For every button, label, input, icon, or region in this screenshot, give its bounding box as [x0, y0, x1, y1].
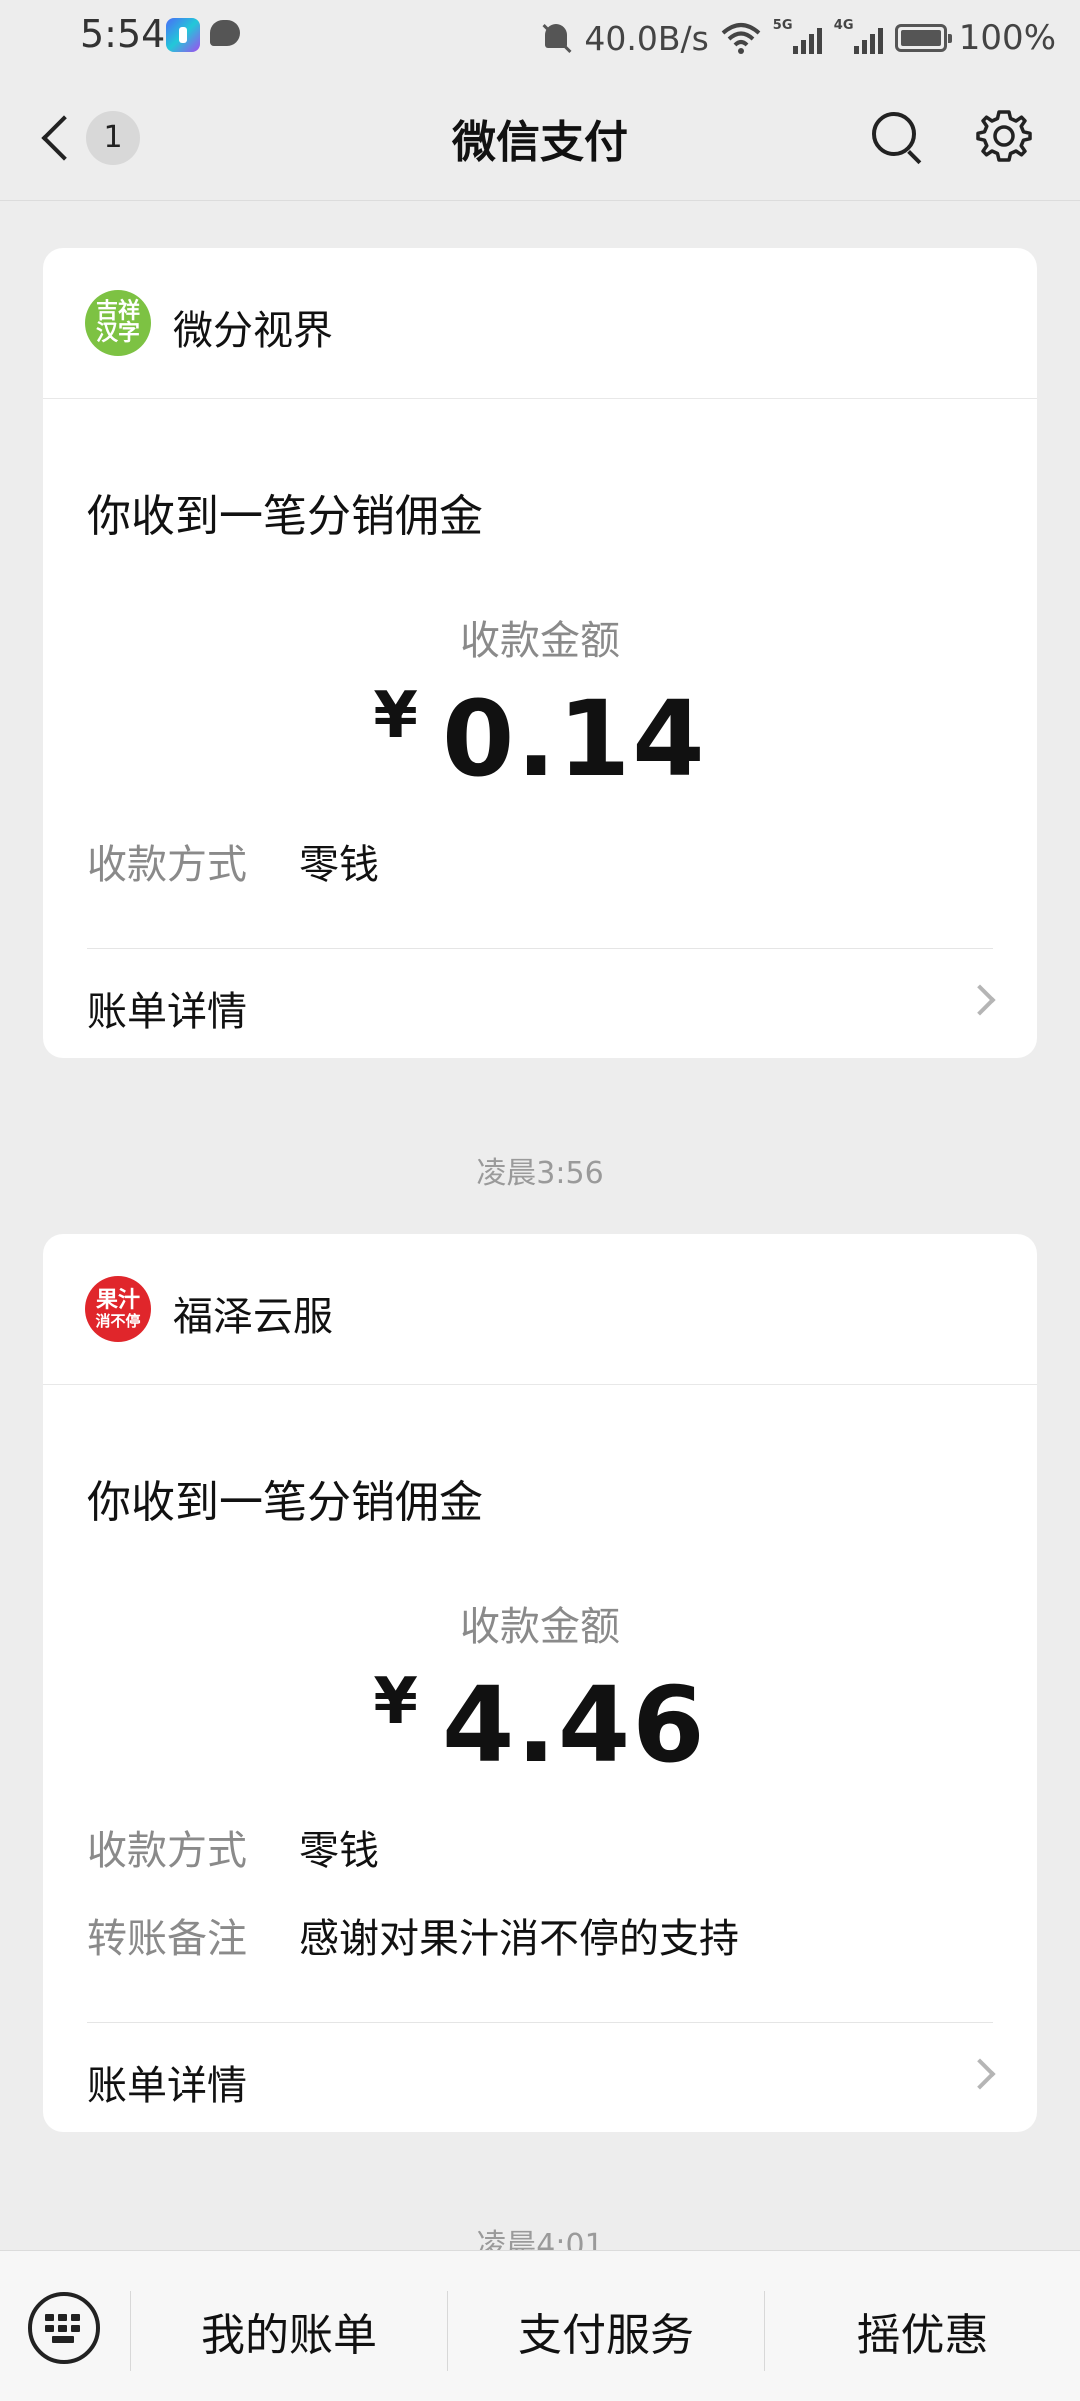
chat-notification-icon — [210, 20, 240, 46]
gear-icon[interactable] — [974, 106, 1034, 166]
header: 1 微信支付 — [0, 76, 1080, 201]
amount: ¥0.14 — [43, 678, 1037, 800]
card-title: 你收到一笔分销佣金 — [87, 491, 483, 542]
logo-text: 果汁 — [95, 1287, 140, 1313]
amount: ¥4.46 — [43, 1664, 1037, 1786]
currency-symbol: ¥ — [373, 1665, 420, 1739]
bill-detail-link[interactable]: 账单详情 — [43, 2023, 1037, 2131]
network-speed: 40.0B/s — [584, 18, 709, 58]
amount-label: 收款金额 — [460, 618, 620, 664]
card-title: 你收到一笔分销佣金 — [87, 1477, 483, 1528]
status-bar: 5:54 40.0B/s 5G 4G 100% — [0, 0, 1080, 76]
battery-icon — [894, 24, 952, 52]
status-right: 40.0B/s 5G 4G 100% — [540, 10, 1056, 66]
battery-percent: 100% — [958, 18, 1056, 58]
bill-detail-label: 账单详情 — [87, 2063, 247, 2109]
method-label: 收款方式 — [87, 842, 247, 888]
menu-shake-offers[interactable]: 摇优惠 — [765, 2299, 1080, 2363]
search-icon[interactable] — [866, 106, 926, 166]
logo-text: 消不停 — [95, 1311, 141, 1330]
payment-card[interactable]: 吉祥 汉字 微分视界 你收到一笔分销佣金 收款金额 ¥0.14 收款方式 零钱 … — [43, 248, 1037, 1058]
signal-tag-2: 4G — [833, 18, 854, 33]
status-time: 5:54 — [80, 12, 166, 56]
signal-icon-2: 4G — [834, 18, 883, 54]
bell-muted-icon — [540, 21, 572, 55]
method-value: 零钱 — [299, 842, 379, 888]
note-label: 转账备注 — [87, 1916, 247, 1962]
currency-symbol: ¥ — [373, 679, 420, 753]
wifi-icon — [721, 23, 761, 54]
app-notification-icon — [166, 18, 200, 52]
amount-value: 0.14 — [441, 678, 707, 800]
bill-detail-link[interactable]: 账单详情 — [43, 949, 1037, 1057]
merchant-logo: 吉祥 汉字 — [85, 290, 151, 356]
chevron-right-icon — [964, 2058, 996, 2090]
merchant-logo: 果汁 消不停 — [85, 1276, 151, 1342]
menu-my-bills[interactable]: 我的账单 — [131, 2299, 447, 2363]
keyboard-icon[interactable] — [28, 2292, 100, 2364]
merchant-name: 福泽云服 — [173, 1294, 333, 1340]
card-header[interactable]: 果汁 消不停 福泽云服 — [43, 1234, 1037, 1385]
bill-detail-label: 账单详情 — [87, 989, 247, 1035]
method-value: 零钱 — [299, 1828, 379, 1874]
note-value: 感谢对果汁消不停的支持 — [299, 1916, 739, 1962]
amount-label: 收款金额 — [460, 1604, 620, 1650]
method-label: 收款方式 — [87, 1828, 247, 1874]
merchant-name: 微分视界 — [173, 308, 333, 354]
amount-value: 4.46 — [441, 1664, 707, 1786]
card-header[interactable]: 吉祥 汉字 微分视界 — [43, 248, 1037, 399]
payment-card[interactable]: 果汁 消不停 福泽云服 你收到一笔分销佣金 收款金额 ¥4.46 收款方式 零钱… — [43, 1234, 1037, 2132]
menu-payment-services[interactable]: 支付服务 — [448, 2299, 764, 2363]
chevron-right-icon — [964, 984, 996, 1016]
signal-tag-1: 5G — [772, 18, 793, 33]
timestamp: 凌晨3:56 — [476, 1156, 604, 1191]
logo-text: 汉字 — [95, 321, 140, 346]
signal-icon-1: 5G — [773, 18, 822, 54]
logo-text: 吉祥 — [95, 299, 140, 324]
bottom-menu-bar: 我的账单 支付服务 摇优惠 — [0, 2250, 1080, 2401]
